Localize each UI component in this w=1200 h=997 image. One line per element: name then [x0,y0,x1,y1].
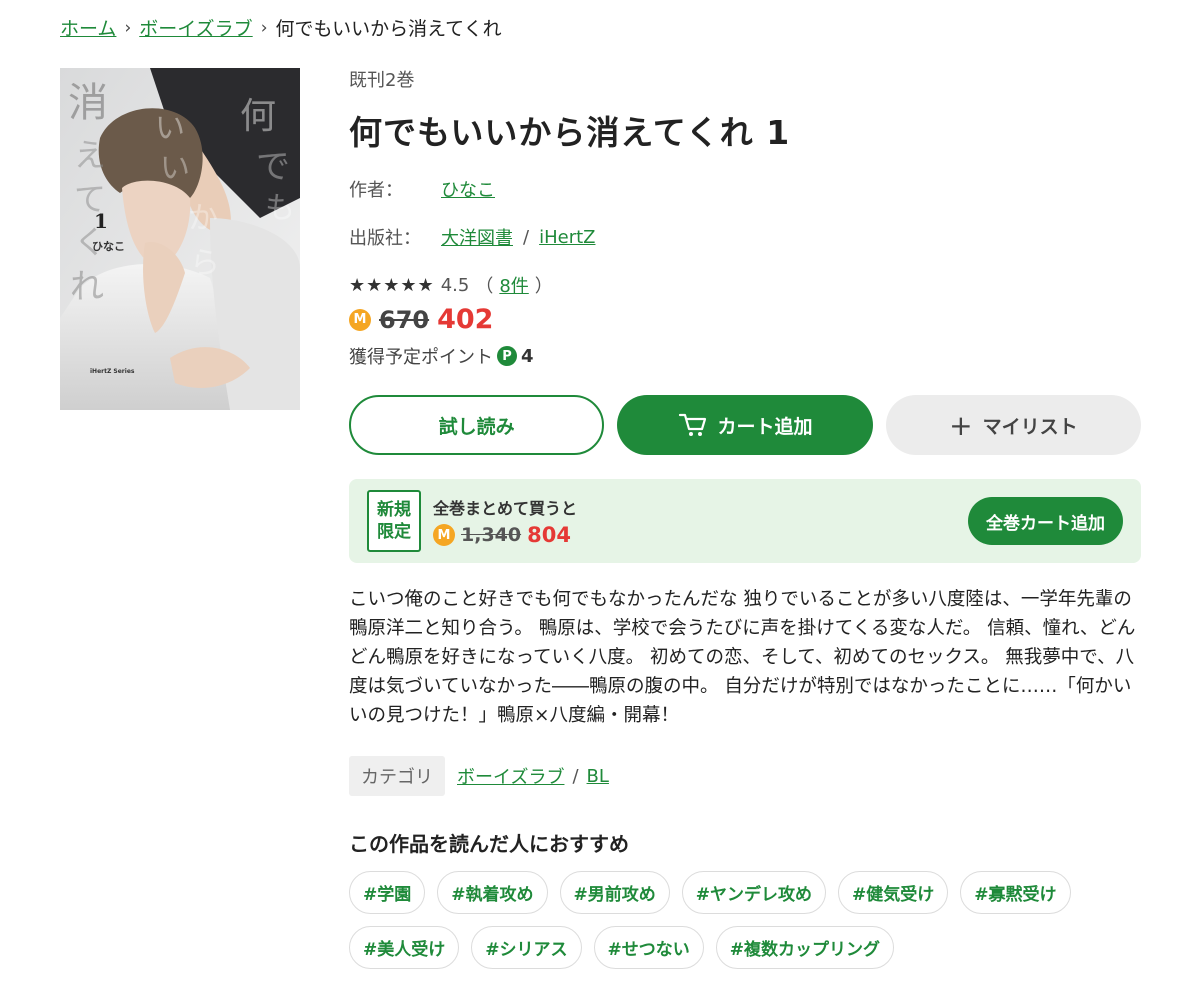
bundle-offer: 新規 限定 全巻まとめて買うと M 1,340 804 全巻カート追加 [349,479,1141,563]
author-link[interactable]: ひなこ [441,176,495,202]
category-link-bl-full[interactable]: ボーイズラブ [457,763,564,789]
product-title: 何でもいいから消えてくれ 1 [349,113,791,152]
series-count: 既刊2巻 [349,70,415,91]
breadcrumb-current: 何でもいいから消えてくれ [275,18,502,40]
add-to-cart-button[interactable]: カート追加 [617,395,873,455]
tag-chip[interactable]: #せつない [593,926,704,969]
original-price: 670 [379,305,430,334]
action-buttons: 試し読み カート追加 + マイリスト [349,395,1141,455]
category-links: ボーイズラブ / BL [457,763,609,789]
review-open-paren: （ [475,276,494,297]
review-close-paren: ） [534,276,553,297]
publisher-label: 出版社： [349,228,421,249]
bundle-price: M 1,340 804 [433,523,577,547]
category-link-bl[interactable]: BL [587,766,609,787]
breadcrumb-chevron-icon: › [260,17,268,38]
recommend-tags: #学園 #執着攻め #男前攻め #ヤンデレ攻め #健気受け #寡黙受け #美人受… [349,871,1141,969]
plus-icon: + [949,408,973,442]
tag-chip[interactable]: #健気受け [838,871,949,914]
bundle-label: 全巻まとめて買うと [433,499,578,518]
cover-title-letter: れ [70,267,104,307]
cover-title-letter: で [256,147,290,187]
tag-chip[interactable]: #執着攻め [437,871,548,914]
cover-title-letter: 消 [68,80,108,126]
cover-title-letter: え [74,136,106,174]
badge-line-1: 新規 [377,500,411,520]
cart-icon [678,413,706,436]
coin-icon: M [433,524,455,546]
breadcrumb-chevron-icon: › [124,17,132,38]
tag-chip[interactable]: #ヤンデレ攻め [681,871,826,914]
tag-chip[interactable]: #男前攻め [559,871,670,914]
bundle-original-price: 1,340 [461,524,522,546]
point-icon: P [497,346,517,366]
publisher-separator: / [523,226,530,248]
tag-chip[interactable]: #複数カップリング [715,926,894,969]
sale-price: 402 [437,304,494,335]
cover-title-letter: い [160,151,190,186]
product-info: 既刊2巻 何でもいいから消えてくれ 1 作者： ひなこ 出版社： 大洋図書 / … [349,66,1141,969]
tag-chip[interactable]: #シリアス [471,926,582,969]
category-row: カテゴリ ボーイズラブ / BL [349,756,1141,796]
bundle-sale-price: 804 [527,523,571,547]
tag-chip[interactable]: #美人受け [349,926,460,969]
cover-series: iHertZ Series [90,368,135,375]
author-row: 作者： ひなこ [349,176,1141,202]
cover-title-letter: 何 [240,96,276,137]
rating-value: 4.5 [440,274,470,296]
breadcrumb: ホーム › ボーイズラブ › 何でもいいから消えてくれ [60,14,502,41]
review-count-link[interactable]: 8件 [499,272,528,298]
tag-chip[interactable]: #寡黙受け [960,871,1071,914]
tag-chip[interactable]: #学園 [349,871,426,914]
badge-line-2: 限定 [377,522,411,542]
add-all-volumes-to-cart-button[interactable]: 全巻カート追加 [968,497,1123,545]
breadcrumb-category-link[interactable]: ボーイズラブ [139,14,252,41]
breadcrumb-home-link[interactable]: ホーム [60,14,116,41]
label-link[interactable]: iHertZ [539,227,595,248]
bundle-text: 全巻まとめて買うと M 1,340 804 [433,495,577,547]
cover-title-letter: か [188,201,218,236]
author-label: 作者： [349,180,403,201]
product-description: こいつ俺のこと好きでも何でもなかったんだな 独りでいることが多い八度陸は、一学年… [349,589,1136,726]
publisher-row: 出版社： 大洋図書 / iHertZ [349,224,1141,250]
points-row: 獲得予定ポイント P 4 [349,343,1141,369]
trial-read-label: 試し読み [438,415,515,438]
price-row: M 670 402 [349,304,1141,335]
cover-title-letter: い [155,111,185,146]
cover-volume: 1 [94,209,108,233]
trial-read-button[interactable]: 試し読み [349,395,605,455]
recommend-title: この作品を読んだ人におすすめ [349,832,629,856]
add-to-mylist-button[interactable]: + マイリスト [885,395,1141,455]
book-cover-image[interactable]: 消 え て く れ 何 で も い い か ら 1 ひなこ iHertZ Ser… [60,68,300,410]
points-label: 獲得予定ポイント [349,347,493,368]
category-separator: / [572,765,579,787]
coin-icon: M [349,308,371,331]
category-label: カテゴリ [349,756,445,796]
add-to-cart-label: カート追加 [717,415,813,438]
star-rating-icon: ★★★★★ [349,274,435,296]
cover-author: ひなこ [92,240,125,253]
mylist-label: マイリスト [982,415,1078,438]
cover-title-letter: も [265,191,295,226]
rating-row: ★★★★★ 4.5 （8件 ） [349,272,1141,298]
publisher-link[interactable]: 大洋図書 [441,224,513,250]
new-limited-badge: 新規 限定 [367,490,421,552]
points-value: 4 [521,345,534,367]
cover-title-letter: ら [190,246,220,281]
